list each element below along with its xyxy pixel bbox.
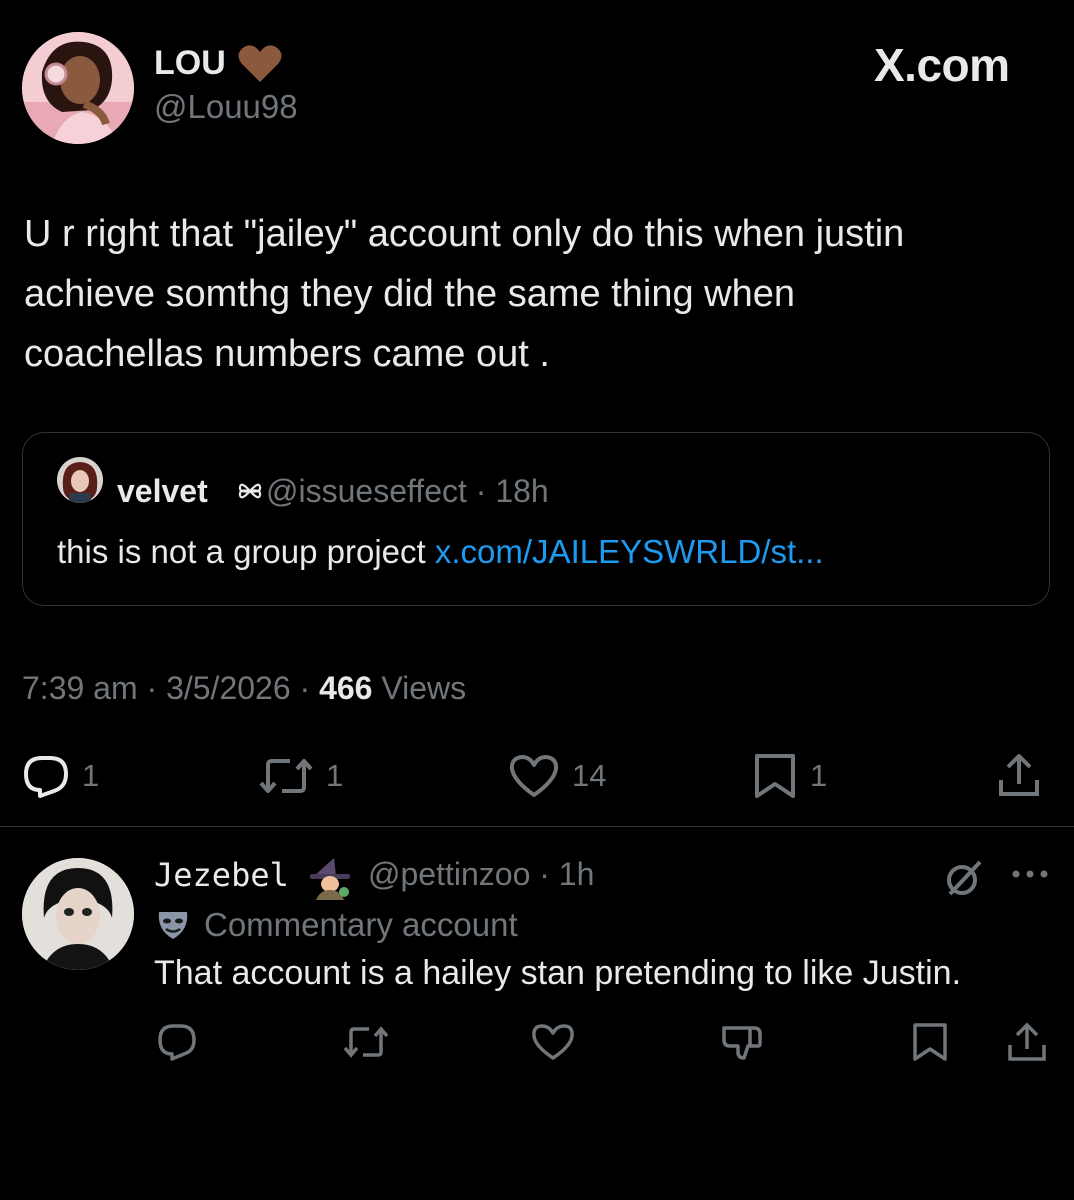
views-label: Views bbox=[381, 670, 467, 706]
author-handle[interactable]: @Louu98 bbox=[154, 88, 298, 126]
author-avatar[interactable] bbox=[22, 32, 134, 144]
tweet-date[interactable]: 3/5/2026 bbox=[166, 670, 291, 706]
tweet-text-line: achieve somthg they did the same thing w… bbox=[24, 273, 796, 315]
grok-icon[interactable] bbox=[944, 858, 984, 898]
share-icon bbox=[1006, 1021, 1048, 1063]
quote-link[interactable]: x.com/JAILEYSWRLD/st... bbox=[435, 533, 824, 570]
bookmark-button[interactable]: 1 bbox=[752, 752, 827, 800]
reply-count: 1 bbox=[82, 758, 100, 793]
reply-like-button[interactable] bbox=[530, 1018, 576, 1066]
share-icon bbox=[996, 752, 1042, 800]
quote-author-name[interactable]: velvet bbox=[117, 473, 208, 510]
retweet-count: 1 bbox=[326, 758, 344, 793]
tweet-text-line: coachellas numbers came out . bbox=[24, 333, 550, 375]
reply-author-name[interactable]: Jezebel bbox=[154, 856, 289, 894]
quote-avatar[interactable] bbox=[57, 457, 103, 503]
dislike-icon bbox=[720, 1022, 764, 1062]
reply-reply-button[interactable] bbox=[156, 1018, 198, 1066]
share-button[interactable] bbox=[996, 752, 1042, 800]
tweet-meta: 7:39 am · 3/5/2026 · 466 Views bbox=[22, 670, 467, 706]
witch-emoji-icon bbox=[306, 856, 354, 900]
like-count: 14 bbox=[572, 758, 607, 793]
reply-button[interactable]: 1 bbox=[22, 752, 99, 800]
pretzel-icon bbox=[237, 477, 263, 505]
quote-handle-time[interactable]: @issueseffect · 18h bbox=[266, 473, 549, 510]
reply-icon bbox=[22, 753, 70, 799]
site-label: X.com bbox=[874, 39, 1010, 91]
quote-name-text: velvet bbox=[117, 473, 208, 509]
retweet-icon bbox=[342, 1022, 390, 1062]
reply-bookmark-button[interactable] bbox=[910, 1018, 950, 1066]
quote-text: this is not a group project x.com/JAILEY… bbox=[57, 533, 824, 571]
account-label: Commentary account bbox=[204, 906, 518, 943]
bookmark-count: 1 bbox=[810, 758, 828, 793]
reply-dislike-button[interactable] bbox=[720, 1018, 764, 1066]
bookmark-icon bbox=[752, 752, 798, 800]
reply-text: That account is a hailey stan pretending… bbox=[154, 954, 962, 992]
more-icon[interactable] bbox=[1010, 866, 1050, 882]
tweet-text: U r right that "jailey" account only do … bbox=[24, 204, 1054, 384]
divider bbox=[0, 826, 1074, 827]
quote-text-body: this is not a group project bbox=[57, 533, 435, 570]
views-count: 466 bbox=[319, 670, 373, 706]
mask-icon bbox=[156, 908, 190, 942]
like-icon bbox=[508, 753, 560, 799]
like-icon bbox=[530, 1022, 576, 1062]
like-button[interactable]: 14 bbox=[508, 752, 606, 800]
retweet-button[interactable]: 1 bbox=[258, 752, 343, 800]
bookmark-icon bbox=[910, 1021, 950, 1063]
reply-icon bbox=[156, 1022, 198, 1062]
tweet-time[interactable]: 7:39 am bbox=[22, 670, 138, 706]
author-name[interactable]: LOU bbox=[154, 44, 226, 83]
retweet-icon bbox=[258, 753, 314, 799]
heart-badge-icon bbox=[236, 42, 284, 86]
reply-handle-time[interactable]: @pettinzoo · 1h bbox=[368, 856, 594, 893]
tweet-text-line: U r right that "jailey" account only do … bbox=[24, 213, 905, 255]
reply-retweet-button[interactable] bbox=[342, 1018, 390, 1066]
reply-avatar[interactable] bbox=[22, 858, 134, 970]
quote-tweet-card[interactable]: velvet @issueseffect · 18h this is not a… bbox=[22, 432, 1050, 606]
reply-share-button[interactable] bbox=[1006, 1018, 1048, 1066]
